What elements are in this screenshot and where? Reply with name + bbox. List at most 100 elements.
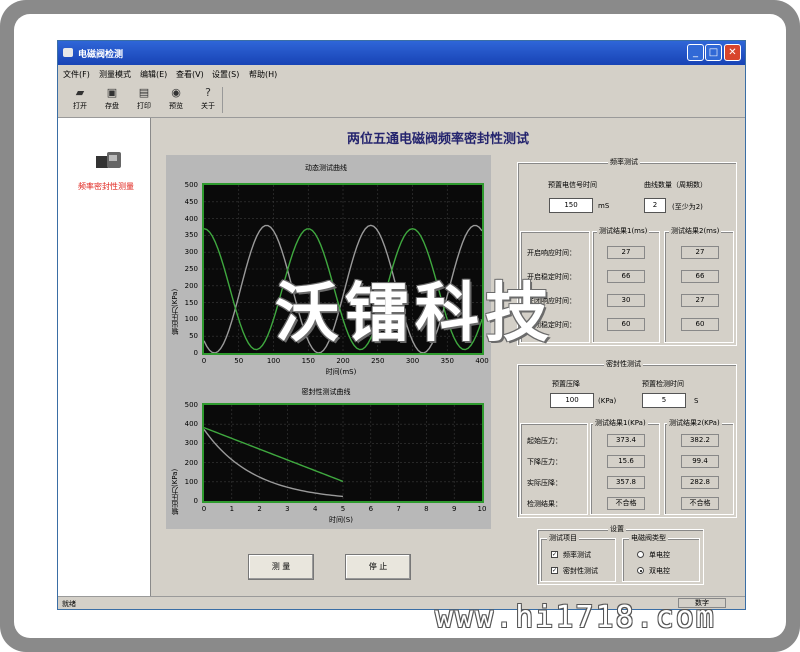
menu-view[interactable]: 查看(V)	[176, 69, 204, 80]
preset-drop-label: 预置压降	[552, 380, 580, 388]
chart1-xtick: 100	[266, 357, 281, 365]
chart1-xtick: 400	[475, 357, 489, 365]
chart1-ytick: 0	[193, 349, 198, 357]
chart2-ytick: 0	[193, 497, 198, 505]
chart1-ytick: 500	[184, 181, 198, 189]
solenoid-valve-icon[interactable]	[96, 152, 124, 170]
toolbar-preview-button[interactable]: ◉ 预览	[162, 85, 190, 115]
toolbar-save-button[interactable]: ▣ 存盘	[98, 85, 126, 115]
chart2-xtick: 10	[477, 505, 487, 513]
detect-time-unit: S	[694, 397, 699, 405]
minimize-button[interactable]: _	[687, 44, 704, 61]
stop-button[interactable]: 停 止	[345, 554, 411, 580]
preset-drop-input[interactable]: 100	[550, 393, 594, 408]
freq-row-label: 开启响应时间：	[527, 249, 576, 257]
open-folder-icon: ▰	[75, 86, 85, 99]
curve-count-note: (至少为2)	[672, 203, 703, 211]
detect-time-label: 预置检测时间	[642, 380, 684, 388]
chart2-ytick: 300	[184, 439, 198, 448]
freq-test-checkbox-label[interactable]: 频率测试	[563, 550, 591, 560]
chart2-xlabel: 时间(S)	[329, 516, 353, 524]
seal-labels-group: 起始压力： 下降压力： 实际压降： 检测结果：	[520, 423, 588, 515]
site-watermark: www.hi1718.com	[435, 600, 716, 635]
signal-time-unit: mS	[598, 202, 610, 210]
save-disk-icon: ▣	[106, 86, 118, 99]
menu-settings[interactable]: 设置(S)	[212, 69, 239, 80]
seal-result1-value: 373.4	[607, 434, 645, 447]
menu-bar: 文件(F) 测量模式 编辑(E) 查看(V) 设置(S) 帮助(H)	[58, 66, 745, 82]
page-title: 两位五通电磁阀频率密封性测试	[346, 132, 529, 147]
freq-result2-group: 测试结果2(ms) 27 66 27 60	[664, 226, 734, 343]
seal-test-title: 密封性测试	[604, 359, 643, 369]
seal-result2-group: 测试结果2(KPa) 382.2 99.4 282.8 不合格	[664, 418, 734, 515]
chart1-ytick: 400	[184, 214, 198, 223]
help-icon: ?	[205, 86, 211, 99]
menu-help[interactable]: 帮助(H)	[249, 69, 277, 80]
valve-type-title: 电磁阀类型	[629, 533, 668, 543]
maximize-button[interactable]: □	[705, 44, 722, 61]
single-control-radio[interactable]	[637, 551, 644, 558]
chart2-xtick: 9	[451, 505, 457, 513]
seal-result2-title: 测试结果2(KPa)	[667, 418, 722, 428]
close-button[interactable]: ✕	[724, 44, 741, 61]
toolbar-preview-label: 预览	[169, 102, 183, 110]
freq-result2-value: 27	[681, 246, 719, 259]
menu-file[interactable]: 文件(F)	[63, 69, 90, 80]
toolbar-print-button[interactable]: ▤ 打印	[130, 85, 158, 115]
seal-test-checkbox-label[interactable]: 密封性测试	[563, 566, 598, 576]
double-control-radio[interactable]	[637, 567, 644, 574]
test-items-group: 测试项目 ✓ 频率测试 ✓ 密封性测试	[540, 533, 616, 582]
toolbar: ▰ 打开 ▣ 存盘 ▤ 打印 ◉ 预览 ? 关于	[58, 83, 745, 118]
seal-result1-title: 测试结果1(KPa)	[593, 418, 648, 428]
freq-result1-value: 30	[607, 294, 645, 307]
seal-row-label: 检测结果：	[527, 500, 562, 508]
freq-result1-title: 测试结果1(ms)	[597, 226, 650, 236]
signal-time-input[interactable]: 150	[549, 198, 593, 213]
chart1-ytick: 200	[184, 281, 198, 290]
chart1-ytick: 150	[184, 298, 198, 307]
toolbar-open-button[interactable]: ▰ 打开	[66, 85, 94, 115]
chart1-title: 动态测试曲线	[305, 164, 347, 172]
chart2-xtick: 8	[424, 505, 429, 513]
seal-test-checkbox[interactable]: ✓	[551, 567, 558, 574]
status-text: 就绪	[62, 600, 76, 608]
menu-measure-mode[interactable]: 测量模式	[99, 69, 131, 80]
single-control-label[interactable]: 单电控	[649, 550, 670, 560]
seal-result2-value: 282.8	[681, 476, 719, 489]
chart2-xtick: 3	[285, 505, 290, 513]
seal-result2-value: 不合格	[681, 497, 719, 510]
curve-count-input[interactable]: 2	[644, 198, 666, 213]
freq-result1-value: 60	[607, 318, 645, 331]
detect-time-input[interactable]: 5	[642, 393, 686, 408]
toolbar-save-label: 存盘	[105, 102, 119, 110]
chart2-ytick: 200	[184, 458, 198, 467]
toolbar-about-label: 关于	[201, 102, 215, 110]
freq-result2-value: 27	[681, 294, 719, 307]
chart1-ytick: 250	[184, 265, 198, 273]
chart1-xtick: 0	[201, 357, 207, 365]
freq-test-checkbox[interactable]: ✓	[551, 551, 558, 558]
seal-result1-value: 15.6	[607, 455, 645, 468]
chart1-xlabel: 时间(mS)	[325, 368, 357, 376]
double-control-label[interactable]: 双电控	[649, 566, 670, 576]
seal-test-group: 密封性测试 预置压降 100 (KPa) 预置检测时间 5 S 起始压力： 下降…	[517, 359, 737, 518]
seal-result1-value: 357.8	[607, 476, 645, 489]
freq-result1-value: 27	[607, 246, 645, 259]
measure-button[interactable]: 测 量	[248, 554, 314, 580]
menu-edit[interactable]: 编辑(E)	[140, 69, 167, 80]
chart2-xtick: 1	[229, 505, 235, 513]
chart1-xtick: 350	[440, 357, 454, 365]
sidebar-item-frequency-seal[interactable]: 频率密封性测量	[78, 182, 134, 192]
chart2-xtick: 2	[257, 505, 262, 513]
settings-title: 设置	[608, 524, 626, 534]
frequency-test-title: 频率测试	[608, 157, 640, 167]
chart1-xtick: 250	[371, 357, 385, 365]
toolbar-about-button[interactable]: ? 关于	[194, 85, 222, 115]
test-items-title: 测试项目	[547, 533, 579, 543]
chart1-xtick: 300	[405, 357, 420, 365]
preview-icon: ◉	[171, 86, 181, 99]
minimize-icon: _	[693, 47, 698, 58]
toolbar-open-label: 打开	[73, 102, 87, 110]
printer-icon: ▤	[138, 86, 150, 99]
chart1-ytick: 100	[184, 315, 198, 324]
